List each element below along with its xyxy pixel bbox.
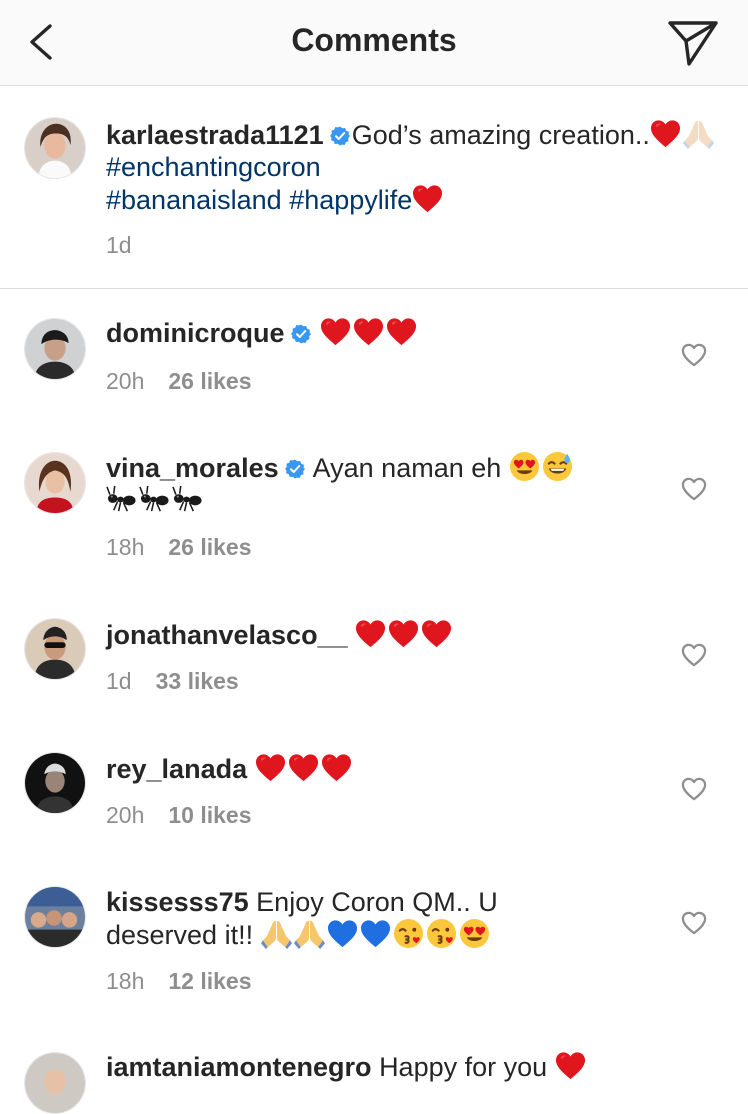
red-heart-emoji — [288, 752, 319, 783]
caption-timestamp: 1d — [106, 232, 132, 258]
kissing-face-emoji — [393, 918, 424, 949]
comment-text: jonathanvelasco__ — [106, 618, 454, 651]
heart-eyes-emoji — [509, 451, 540, 482]
comment-likes[interactable]: 26 likes — [168, 534, 251, 560]
ant-emoji — [172, 484, 203, 515]
comment-text: vina_morales Ayan naman eh — [106, 451, 575, 517]
red-heart-emoji — [255, 752, 286, 783]
praying-hands-emoji — [294, 918, 325, 949]
blue-heart-emoji — [360, 918, 391, 949]
avatar[interactable] — [24, 318, 86, 380]
comment-timestamp: 20h — [106, 368, 145, 394]
avatar[interactable] — [24, 117, 86, 179]
comment-username[interactable]: iamtaniamontenegro — [106, 1052, 372, 1082]
comment-username[interactable]: vina_morales — [106, 453, 279, 483]
direct-send-icon[interactable] — [666, 18, 720, 68]
verified-badge-icon — [330, 126, 350, 146]
hashtag-link[interactable]: #bananaisland — [106, 185, 282, 215]
avatar[interactable] — [24, 752, 86, 814]
red-heart-emoji — [355, 618, 386, 649]
comment-likes[interactable]: 12 likes — [168, 968, 251, 994]
red-heart-emoji — [353, 316, 384, 347]
comment-body: Happy for you — [379, 1052, 548, 1082]
comment-meta: 18h 12 likes — [106, 968, 252, 995]
comment-text: iamtaniamontenegro Happy for you — [106, 1050, 588, 1083]
avatar[interactable] — [24, 1052, 86, 1114]
comment-username[interactable]: dominicroque — [106, 318, 285, 348]
avatar[interactable] — [24, 886, 86, 948]
red-heart-emoji — [412, 183, 443, 214]
caption-username[interactable]: karlaestrada1121 — [106, 120, 324, 150]
comment-timestamp: 20h — [106, 802, 145, 828]
comment-timestamp: 18h — [106, 968, 145, 994]
red-heart-emoji — [321, 752, 352, 783]
like-heart-icon[interactable] — [681, 477, 707, 501]
praying-hands-emoji — [261, 918, 292, 949]
comment-timestamp: 1d — [106, 668, 132, 694]
like-heart-icon[interactable] — [681, 343, 707, 367]
comment-text: rey_lanada — [106, 752, 354, 785]
red-heart-emoji — [386, 316, 417, 347]
praying-hands-emoji — [683, 118, 714, 149]
ant-emoji — [139, 484, 170, 515]
like-heart-icon[interactable] — [681, 911, 707, 935]
comment-body: Ayan naman eh — [312, 453, 502, 483]
header-bar: Comments — [0, 0, 748, 86]
verified-badge-icon — [291, 324, 311, 344]
heart-eyes-emoji — [459, 918, 490, 949]
comment-body-continued: deserved it!! — [106, 920, 254, 950]
red-heart-emoji — [320, 316, 351, 347]
page-title: Comments — [291, 22, 457, 58]
comment-text: kissesss75 Enjoy Coron QM.. U deserved i… — [106, 886, 498, 951]
red-heart-emoji — [421, 618, 452, 649]
avatar[interactable] — [24, 452, 86, 514]
comment-meta: 20h 10 likes — [106, 802, 252, 829]
comment-body: Enjoy Coron QM.. U — [256, 887, 498, 917]
comment-meta: 1d 33 likes — [106, 668, 239, 695]
comment-username[interactable]: rey_lanada — [106, 754, 247, 784]
avatar[interactable] — [24, 618, 86, 680]
ant-emoji — [106, 484, 137, 515]
caption-text: karlaestrada1121 God’s amazing creation..… — [106, 118, 748, 216]
comment-meta: 20h 26 likes — [106, 368, 252, 395]
comment-likes[interactable]: 33 likes — [156, 668, 239, 694]
comment-meta: 18h 26 likes — [106, 534, 252, 561]
comment-username[interactable]: kissesss75 — [106, 887, 249, 917]
red-heart-emoji — [555, 1050, 586, 1081]
comment-timestamp: 18h — [106, 534, 145, 560]
hashtag-link[interactable]: #happylife — [289, 185, 412, 215]
like-heart-icon[interactable] — [681, 777, 707, 801]
sweat-smile-emoji — [542, 451, 573, 482]
comment-username[interactable]: jonathanvelasco__ — [106, 620, 348, 650]
comment-likes[interactable]: 26 likes — [168, 368, 251, 394]
kissing-face-emoji — [426, 918, 457, 949]
red-heart-emoji — [388, 618, 419, 649]
comment-text: dominicroque — [106, 316, 419, 349]
like-heart-icon[interactable] — [681, 643, 707, 667]
hashtag-link[interactable]: #enchantingcoron — [106, 152, 321, 182]
blue-heart-emoji — [327, 918, 358, 949]
caption-body: God’s amazing creation.. — [351, 120, 650, 150]
verified-badge-icon — [285, 459, 305, 479]
comment-likes[interactable]: 10 likes — [168, 802, 251, 828]
red-heart-emoji — [650, 118, 681, 149]
